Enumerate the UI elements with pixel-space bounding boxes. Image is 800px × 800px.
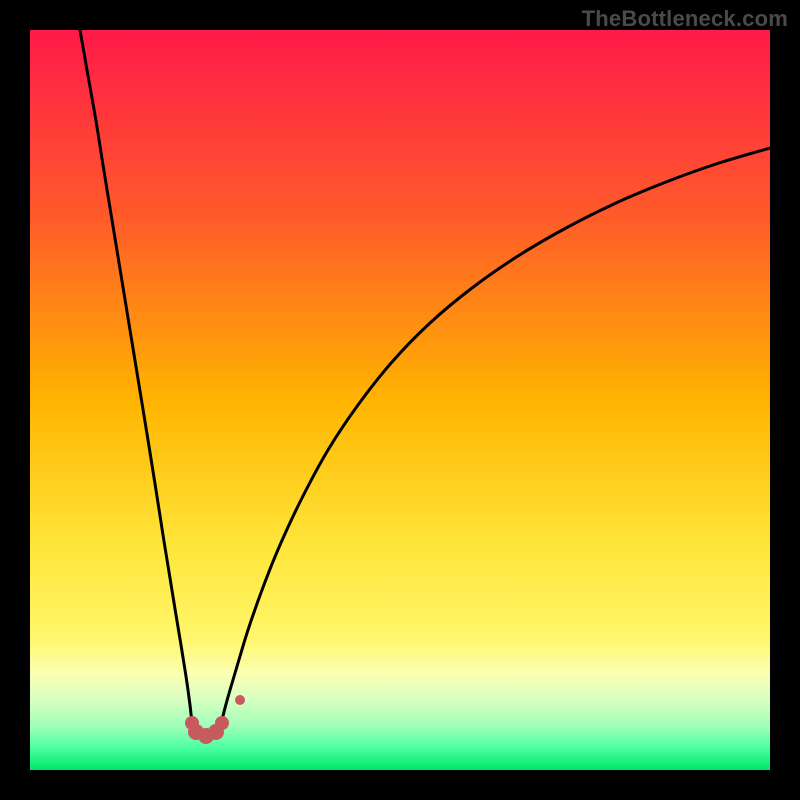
plot-area bbox=[30, 30, 770, 770]
outer-frame: TheBottleneck.com bbox=[0, 0, 800, 800]
watermark-text: TheBottleneck.com bbox=[582, 6, 788, 32]
valley-dot-right bbox=[215, 716, 229, 730]
isolated-dot bbox=[235, 695, 245, 705]
chart-svg bbox=[30, 30, 770, 770]
